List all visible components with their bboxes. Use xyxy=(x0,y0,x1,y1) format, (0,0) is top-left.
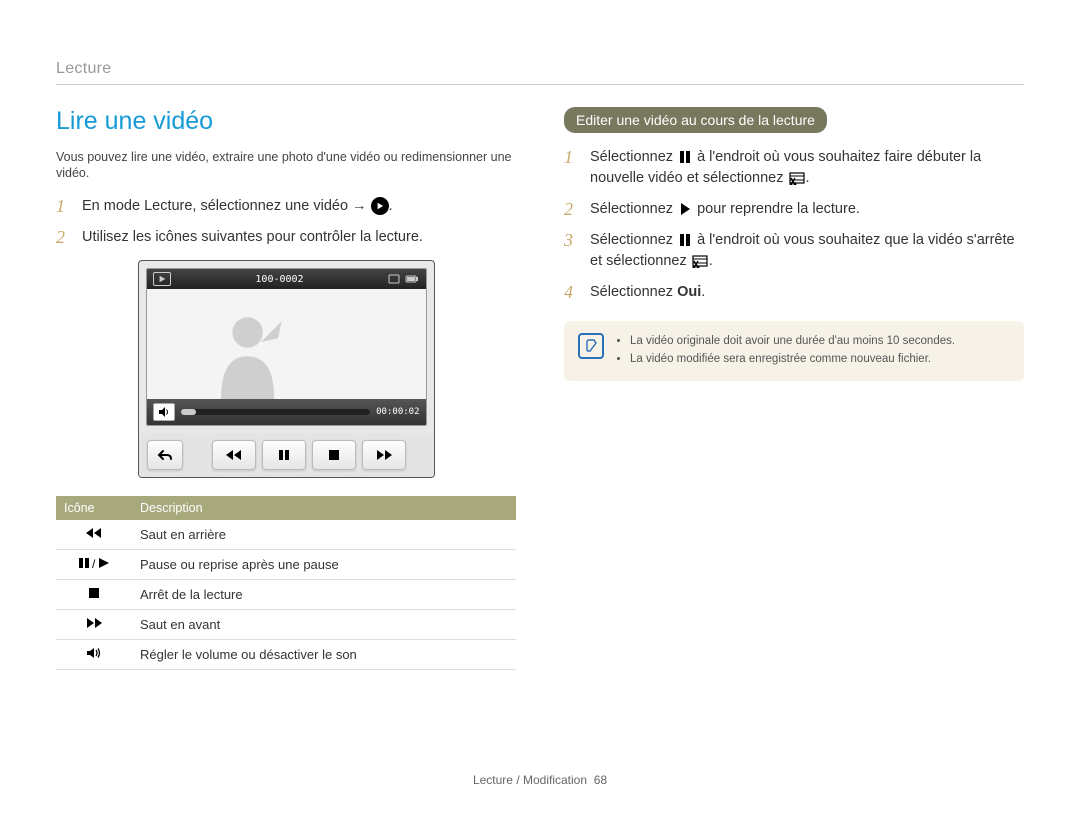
note-item: La vidéo originale doit avoir une durée … xyxy=(630,333,955,351)
table-row: Régler le volume ou désactiver le son xyxy=(56,640,516,670)
step-1: 1 Sélectionnez à l'endroit où vous souha… xyxy=(564,147,1024,189)
icon-description-table: Icône Description Saut en arrière / Paus… xyxy=(56,496,516,670)
forward-button[interactable] xyxy=(362,440,406,470)
play-icon xyxy=(677,202,693,216)
step-text-fragment: pour reprendre la lecture. xyxy=(697,201,860,217)
table-cell: Saut en avant xyxy=(132,610,516,640)
footer-text: Lecture / Modification xyxy=(473,773,587,787)
step-text: Sélectionnez à l'endroit où vous souhait… xyxy=(590,230,1024,272)
elapsed-time: 00:00:02 xyxy=(376,407,419,417)
pause-icon xyxy=(677,150,693,164)
camera-button-row xyxy=(139,433,434,477)
pause-button[interactable] xyxy=(262,440,306,470)
subsection-pill: Editer une vidéo au cours de la lecture xyxy=(564,107,827,133)
table-row: Saut en avant xyxy=(56,610,516,640)
camera-preview: 100-0002 xyxy=(138,260,435,478)
step-number: 3 xyxy=(564,230,580,272)
step-text-bold: Oui xyxy=(677,284,701,300)
battery-sd-icons xyxy=(388,274,419,284)
step-1: 1 En mode Lecture, sélectionnez une vidé… xyxy=(56,196,516,217)
step-text-fragment: . xyxy=(389,198,393,214)
pause-play-icon: / xyxy=(56,550,132,580)
table-cell: Arrêt de la lecture xyxy=(132,580,516,610)
note-item: La vidéo modifiée sera enregistrée comme… xyxy=(630,351,955,369)
progress-track[interactable] xyxy=(181,409,371,415)
play-in-circle-icon xyxy=(371,197,389,215)
table-cell: Saut en arrière xyxy=(132,520,516,550)
page-footer: Lecture / Modification 68 xyxy=(0,773,1080,787)
stop-button[interactable] xyxy=(312,440,356,470)
trim-icon xyxy=(691,254,709,268)
step-text-fragment: En mode Lecture, sélectionnez une vidéo … xyxy=(82,198,371,214)
table-header-desc: Description xyxy=(132,496,516,520)
volume-button[interactable] xyxy=(153,403,175,421)
step-4: 4 Sélectionnez Oui. xyxy=(564,282,1024,303)
back-button[interactable] xyxy=(147,440,183,470)
video-frame xyxy=(147,289,426,399)
step-text: Utilisez les icônes suivantes pour contr… xyxy=(82,227,423,248)
columns: Lire une vidéo Vous pouvez lire une vidé… xyxy=(56,107,1024,670)
step-text-fragment: Sélectionnez xyxy=(590,284,677,300)
step-text-fragment: Sélectionnez xyxy=(590,232,677,248)
step-text: Sélectionnez à l'endroit où vous souhait… xyxy=(590,147,1024,189)
playback-mode-icon xyxy=(153,272,171,286)
left-column: Lire une vidéo Vous pouvez lire une vidé… xyxy=(56,107,516,670)
step-text-fragment: . xyxy=(701,284,705,300)
progress-bar-row: 00:00:02 xyxy=(147,399,426,425)
right-column: Editer une vidéo au cours de la lecture … xyxy=(564,107,1024,670)
note-list: La vidéo originale doit avoir une durée … xyxy=(614,333,955,369)
step-text-fragment: Sélectionnez xyxy=(590,149,677,165)
step-3: 3 Sélectionnez à l'endroit où vous souha… xyxy=(564,230,1024,272)
note-icon xyxy=(578,333,604,359)
fast-forward-icon xyxy=(56,610,132,640)
volume-icon xyxy=(56,640,132,670)
step-number: 4 xyxy=(564,282,580,303)
camera-status-bar: 100-0002 xyxy=(147,269,426,289)
table-header-icon: Icône xyxy=(56,496,132,520)
intro-text: Vous pouvez lire une vidéo, extraire une… xyxy=(56,149,516,183)
step-2: 2 Sélectionnez pour reprendre la lecture… xyxy=(564,199,1024,220)
transport-cluster xyxy=(193,440,426,470)
table-cell: Pause ou reprise après une pause xyxy=(132,550,516,580)
rewind-icon xyxy=(56,520,132,550)
camera-screen: 100-0002 xyxy=(146,268,427,426)
trim-icon xyxy=(788,171,806,185)
footer-page-number: 68 xyxy=(594,773,607,787)
progress-fill xyxy=(181,409,196,415)
silhouette-icon xyxy=(202,304,297,399)
step-text-fragment: . xyxy=(806,170,810,186)
table-row: Arrêt de la lecture xyxy=(56,580,516,610)
note-box: La vidéo originale doit avoir une durée … xyxy=(564,321,1024,381)
step-number: 2 xyxy=(56,227,72,248)
table-row: / Pause ou reprise après une pause xyxy=(56,550,516,580)
step-number: 1 xyxy=(56,196,72,217)
step-text: Sélectionnez Oui. xyxy=(590,282,705,303)
step-text-fragment: . xyxy=(709,253,713,269)
section-heading: Lire une vidéo xyxy=(56,107,516,136)
svg-text:/: / xyxy=(92,557,96,569)
step-number: 2 xyxy=(564,199,580,220)
rewind-button[interactable] xyxy=(212,440,256,470)
page: Lecture Lire une vidéo Vous pouvez lire … xyxy=(0,0,1080,815)
file-number: 100-0002 xyxy=(255,274,303,285)
table-row: Saut en arrière xyxy=(56,520,516,550)
page-header: Lecture xyxy=(56,60,1024,85)
step-text: Sélectionnez pour reprendre la lecture. xyxy=(590,199,860,220)
stop-icon xyxy=(56,580,132,610)
table-header-row: Icône Description xyxy=(56,496,516,520)
step-text-fragment: Sélectionnez xyxy=(590,201,677,217)
pause-icon xyxy=(677,233,693,247)
step-text: En mode Lecture, sélectionnez une vidéo … xyxy=(82,196,393,217)
step-number: 1 xyxy=(564,147,580,189)
step-2: 2 Utilisez les icônes suivantes pour con… xyxy=(56,227,516,248)
table-cell: Régler le volume ou désactiver le son xyxy=(132,640,516,670)
